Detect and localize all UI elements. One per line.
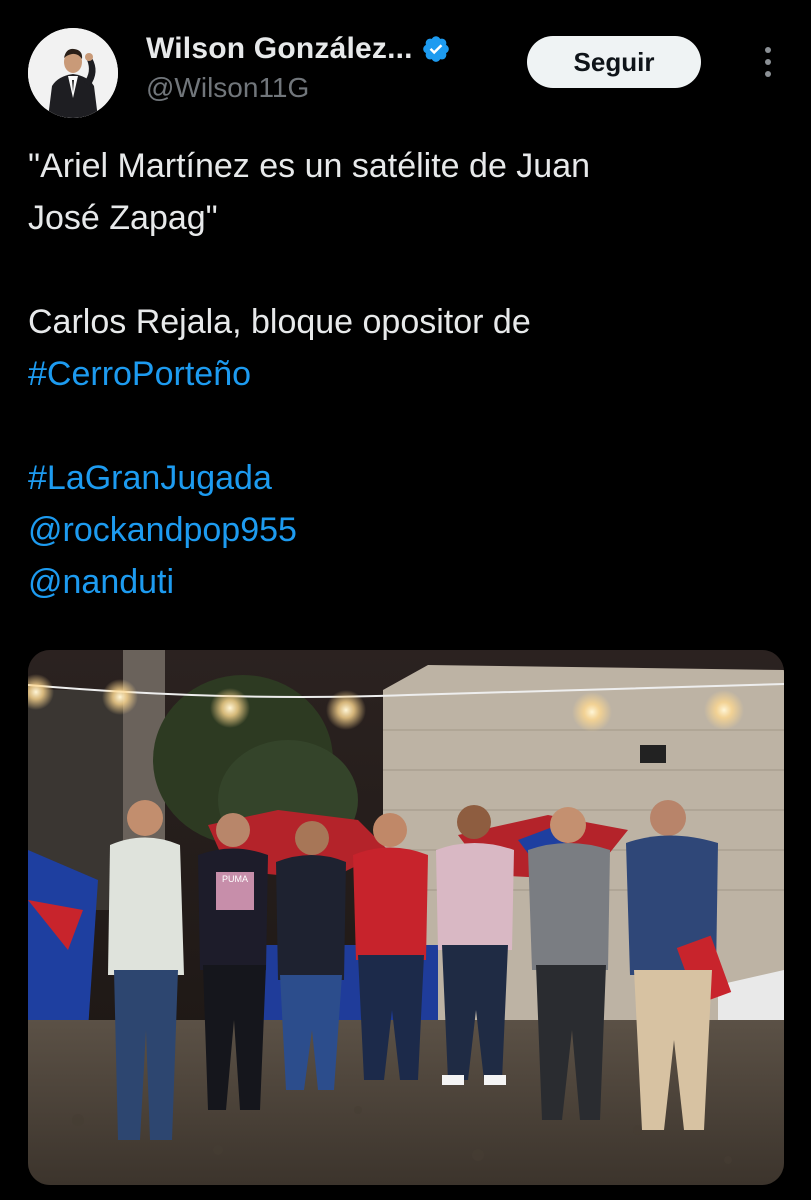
shirt-print: PUMA	[222, 874, 248, 884]
avatar-image	[28, 28, 118, 118]
mention-link[interactable]: @rockandpop955	[28, 511, 297, 549]
author-handle[interactable]: @Wilson11G	[146, 72, 451, 104]
tweet-line: Carlos Rejala, bloque opositor de	[28, 303, 531, 341]
group-photo-image: PUMA	[28, 650, 784, 1185]
tweet-line: José Zapag"	[28, 199, 218, 237]
tweet-line: "Ariel Martínez es un satélite de Juan	[28, 147, 591, 185]
avatar[interactable]	[28, 28, 118, 118]
tweet-text: "Ariel Martínez es un satélite de Juan J…	[28, 140, 788, 608]
hashtag-link[interactable]: #LaGranJugada	[28, 459, 272, 497]
more-vertical-icon[interactable]	[754, 44, 782, 80]
verified-badge-icon	[422, 36, 449, 62]
tweet-header: Wilson González... @Wilson11G Seguir	[0, 0, 811, 130]
follow-button[interactable]: Seguir	[527, 36, 701, 88]
hashtag-link[interactable]: #CerroPorteño	[28, 355, 251, 393]
author-names: Wilson González... @Wilson11G	[146, 30, 451, 104]
tweet-photo[interactable]: PUMA	[28, 650, 784, 1185]
display-name-row: Wilson González...	[146, 30, 451, 68]
display-name[interactable]: Wilson González...	[146, 32, 413, 66]
mention-link[interactable]: @nanduti	[28, 563, 174, 601]
